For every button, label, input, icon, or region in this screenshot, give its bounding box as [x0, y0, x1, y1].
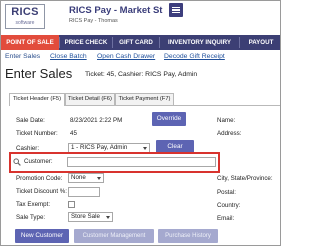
ticket-number-value: 45 [70, 130, 77, 137]
rics-logo[interactable]: RICS software [5, 4, 45, 29]
tab-ticket-detail[interactable]: Ticket Detail (F6) [65, 93, 115, 105]
customer-label: Customer: [24, 158, 53, 165]
sale-type-select[interactable]: Store Sale [68, 212, 113, 222]
city-state-label: City, State/Province: [217, 175, 273, 182]
address-label: Address: [217, 130, 242, 137]
nav-price-check[interactable]: PRICE CHECK [60, 35, 112, 50]
link-close-batch[interactable]: Close Batch [50, 53, 87, 60]
nav-inventory-inquiry[interactable]: INVENTORY INQUIRY [160, 35, 239, 50]
customer-input[interactable] [67, 157, 216, 167]
sub-nav: Enter Sales Close Batch Open Cash Drawer… [1, 50, 280, 64]
promotion-code-label: Promotion Code: [16, 175, 63, 182]
sale-date-label: Sale Date: [16, 117, 45, 124]
country-label: Country: [217, 202, 241, 209]
cashier-select-value: 1 - RICS Pay, Admin [71, 144, 128, 151]
link-open-cash-drawer[interactable]: Open Cash Drawer [97, 53, 155, 60]
logo-subtext: software [15, 20, 35, 26]
purchase-history-button[interactable]: Purchase History [158, 229, 218, 243]
override-button[interactable]: Override [152, 112, 186, 126]
link-decode-gift-receipt[interactable]: Decode Gift Receipt [164, 53, 225, 60]
promotion-code-select[interactable]: None [68, 173, 104, 183]
ticket-discount-input[interactable] [68, 187, 100, 197]
search-icon[interactable] [13, 158, 21, 166]
new-customer-button[interactable]: New Customer [15, 229, 69, 243]
link-enter-sales[interactable]: Enter Sales [5, 53, 40, 60]
dropdown-caret-icon [97, 177, 101, 180]
name-label: Name: [217, 117, 236, 124]
logo-text: RICS [11, 6, 39, 18]
ticket-discount-label: Ticket Discount %: [16, 188, 68, 195]
postal-label: Postal: [217, 189, 236, 196]
email-label: Email: [217, 215, 235, 222]
tab-ticket-payment[interactable]: Ticket Payment (F7) [115, 93, 174, 105]
tax-exempt-label: Tax Exempt: [16, 201, 51, 208]
tab-ticket-header[interactable]: Ticket Header (F5) [9, 93, 65, 106]
app-header: RICS software RICS Pay - Market St RICS … [1, 1, 280, 35]
nav-gift-card[interactable]: GIFT CARD [113, 35, 159, 50]
cashier-label: Cashier: [16, 145, 40, 152]
dropdown-caret-icon [143, 147, 147, 150]
nav-payout[interactable]: PAYOUT [240, 35, 280, 50]
store-title: RICS Pay - Market St [69, 5, 163, 16]
page-title: Enter Sales [5, 66, 73, 81]
menu-icon[interactable] [169, 3, 183, 17]
ticket-number-label: Ticket Number: [16, 130, 58, 137]
sale-date-value: 8/23/2021 2:22 PM [70, 117, 123, 124]
nav-point-of-sale[interactable]: POINT OF SALE [1, 35, 59, 50]
customer-management-button[interactable]: Customer Management [74, 229, 154, 243]
ticket-info: Ticket: 45, Cashier: RICS Pay, Admin [85, 71, 198, 78]
tax-exempt-checkbox[interactable] [68, 201, 75, 208]
app-window: RICS software RICS Pay - Market St RICS … [0, 0, 281, 246]
promotion-code-value: None [71, 174, 86, 181]
main-nav: POINT OF SALE PRICE CHECK GIFT CARD INVE… [1, 35, 280, 50]
sale-type-value: Store Sale [71, 213, 100, 220]
sale-type-label: Sale Type: [16, 214, 46, 221]
dropdown-caret-icon [106, 216, 110, 219]
user-subtitle: RICS Pay - Thomas [69, 18, 118, 24]
